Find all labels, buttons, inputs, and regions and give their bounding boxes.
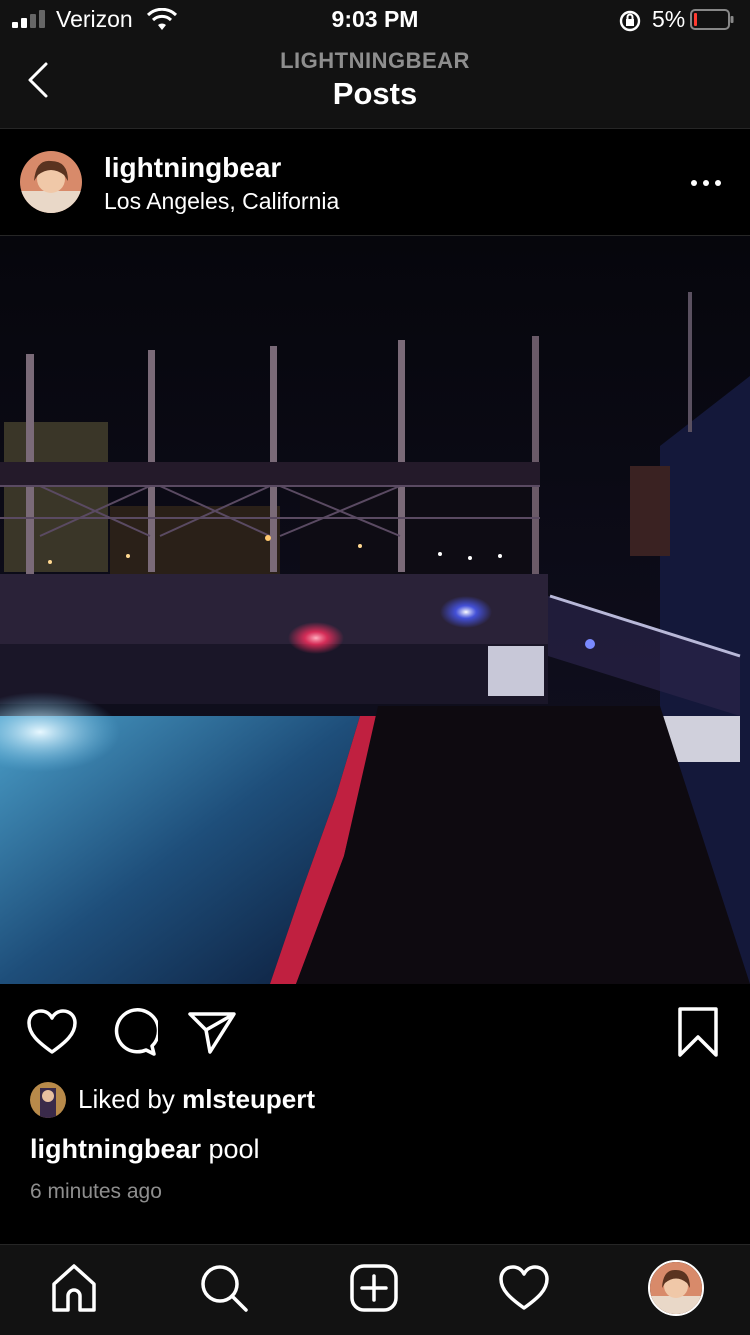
battery-icon — [690, 9, 734, 30]
post-caption: lightningbear pool — [30, 1134, 260, 1165]
post-timestamp: 6 minutes ago — [30, 1180, 162, 1203]
avatar[interactable] — [20, 151, 82, 213]
liker-avatar[interactable] — [30, 1082, 66, 1118]
nav-username: LIGHTNINGBEAR — [280, 48, 470, 73]
caption-username[interactable]: lightningbear — [30, 1134, 201, 1164]
caption-text: pool — [201, 1134, 260, 1164]
paper-plane-icon[interactable] — [186, 1008, 238, 1056]
heart-icon[interactable] — [26, 1008, 78, 1056]
search-icon[interactable] — [198, 1262, 250, 1314]
post-location[interactable]: Los Angeles, California — [104, 188, 339, 215]
profile-tab-avatar[interactable] — [648, 1260, 704, 1316]
page-title: Posts — [332, 76, 418, 111]
plus-square-icon[interactable] — [348, 1262, 400, 1314]
post-username[interactable]: lightningbear — [104, 152, 281, 184]
liked-by-prefix: Liked by — [78, 1084, 183, 1114]
liked-by-text: Liked by mlsteupert — [78, 1084, 315, 1115]
battery-percent: 5% — [652, 6, 686, 32]
bookmark-icon[interactable] — [676, 1006, 720, 1058]
home-icon[interactable] — [48, 1262, 100, 1314]
liked-by-user[interactable]: mlsteupert — [182, 1084, 315, 1114]
post-photo[interactable] — [0, 236, 750, 984]
activity-heart-icon[interactable] — [498, 1262, 550, 1314]
comment-icon[interactable] — [106, 1008, 158, 1056]
rotation-lock-icon — [619, 10, 641, 32]
more-horizontal-icon[interactable] — [690, 168, 722, 198]
